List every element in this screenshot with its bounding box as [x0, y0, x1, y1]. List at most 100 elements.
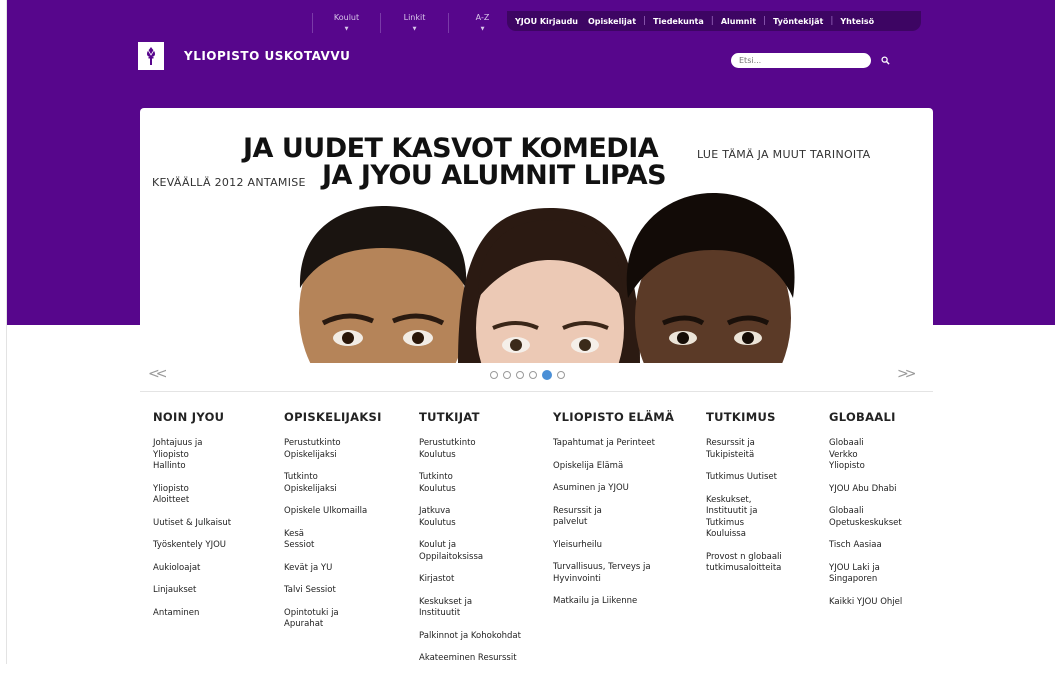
carousel-dot[interactable]: [516, 371, 524, 379]
footer-link[interactable]: Opiskele Ulkomailla: [284, 506, 382, 518]
dropdown-label: Linkit: [403, 13, 426, 22]
footer-link[interactable]: YJOU Laki ja Singaporen: [829, 563, 902, 586]
footer-link[interactable]: Tutkimus Uutiset: [706, 472, 782, 484]
chevron-down-icon: ▼: [344, 26, 349, 32]
torch-icon: [147, 47, 155, 65]
chevron-down-icon: ▼: [412, 26, 417, 32]
column-links: Johtajuus ja Yliopisto Hallinto Yliopisto…: [153, 438, 231, 630]
university-name[interactable]: YLIOPISTO USKOTAVVU: [184, 49, 350, 63]
footer-link[interactable]: Koulut ja Oppilaitoksissa: [419, 540, 521, 563]
window-left-edge: [0, 0, 7, 664]
footer-link[interactable]: Keskukset, Instituutit ja Tutkimus Koulu…: [706, 495, 782, 541]
footer-link[interactable]: Kaikki YJOU Ohjel: [829, 597, 902, 609]
hero-faces-image: [299, 193, 795, 363]
footer-link[interactable]: Globaali Opetuskeskukset: [829, 506, 902, 529]
footer-link[interactable]: Globaali Verkko Yliopisto: [829, 438, 902, 473]
nav-link-yhteiso[interactable]: Yhteisö: [840, 17, 874, 26]
column-links: Globaali Verkko Yliopisto YJOU Abu Dhabi G…: [829, 438, 902, 619]
footer-link[interactable]: Talvi Sessiot: [284, 585, 382, 597]
section-divider: [140, 391, 933, 392]
column-links: Tapahtumat ja Perinteet Opiskelija Elämä A…: [553, 438, 674, 619]
hero-slide[interactable]: JA UUDET KASVOT KOMEDIA LUE TÄMÄ JA MUUT…: [140, 108, 933, 363]
carousel-dot[interactable]: [557, 371, 565, 379]
footer-link[interactable]: Opiskelija Elämä: [553, 461, 674, 473]
footer-column-noin-jyou: NOIN JYOU Johtajuus ja Yliopisto Hallint…: [153, 410, 231, 630]
search-icon: [880, 56, 890, 65]
login-link[interactable]: YJOU Kirjaudu: [515, 17, 578, 26]
footer-link[interactable]: Palkinnot ja Kohokohdat: [419, 631, 521, 643]
footer-link[interactable]: Jatkuva Koulutus: [419, 506, 521, 529]
footer-link[interactable]: Provost n globaali tutkimusaloitteita: [706, 552, 782, 575]
footer-link[interactable]: Tisch Aasiaa: [829, 540, 902, 552]
nav-separator: |: [763, 16, 767, 26]
nav-link-alumnit[interactable]: Alumnit: [721, 17, 756, 26]
footer-link[interactable]: Keskukset ja Instituutit: [419, 597, 521, 620]
search-input[interactable]: [731, 53, 871, 68]
footer-link[interactable]: Perustutkinto Opiskelijaksi: [284, 438, 382, 461]
carousel-pagination: [490, 370, 565, 380]
nav-separator: |: [643, 16, 647, 26]
footer-link[interactable]: Matkailu ja Liikenne: [553, 596, 674, 608]
footer-link[interactable]: Tutkinto Koulutus: [419, 472, 521, 495]
footer-link[interactable]: Resurssit ja Tukipisteitä: [706, 438, 782, 461]
carousel-dot[interactable]: [503, 371, 511, 379]
footer-link[interactable]: Tutkinto Opiskelijaksi: [284, 472, 382, 495]
footer-link[interactable]: Turvallisuus, Terveys ja Hyvinvointi: [553, 562, 674, 585]
carousel-dot[interactable]: [529, 371, 537, 379]
nav-link-tyontekijat[interactable]: Työntekijät: [773, 17, 823, 26]
footer-link[interactable]: Akateeminen Resurssit: [419, 653, 521, 665]
chevron-down-icon: ▼: [480, 26, 485, 32]
footer-column-yliopisto-elama: YLIOPISTO ELÄMÄ Tapahtumat ja Perinteet O…: [553, 410, 674, 619]
footer-column-opiskelijaksi: OPISKELIJAKSI Perustutkinto Opiskelijaks…: [284, 410, 382, 642]
hero-subtext-1: LUE TÄMÄ JA MUUT TARINOITA: [697, 148, 871, 161]
dropdown-label: A-Z: [475, 13, 490, 22]
dropdown-label: Koulut: [333, 13, 360, 22]
column-title: TUTKIJAT: [419, 410, 480, 424]
audience-nav: YJOU Kirjaudu Opiskelijat | Tiedekunta |…: [507, 11, 921, 31]
nav-link-opiskelijat[interactable]: Opiskelijat: [588, 17, 636, 26]
carousel-dot[interactable]: [490, 371, 498, 379]
hero-subtext-2: KEVÄÄLLÄ 2012 ANTAMISE: [152, 176, 306, 189]
carousel-dot[interactable]: [542, 370, 552, 380]
carousel-next-button[interactable]: >>: [897, 366, 917, 382]
footer-link[interactable]: Yliopisto Aloitteet: [153, 484, 231, 507]
footer-link[interactable]: Aukioloajat: [153, 563, 231, 575]
column-links: Perustutkinto Koulutus Tutkinto Koulutus J…: [419, 438, 521, 676]
column-title: GLOBAALI: [829, 410, 896, 424]
dropdown-a-z[interactable]: A-Z ▼: [448, 13, 516, 33]
nav-link-tiedekunta[interactable]: Tiedekunta: [653, 17, 704, 26]
footer-link[interactable]: Tapahtumat ja Perinteet: [553, 438, 674, 450]
footer-column-tutkijat: TUTKIJAT Perustutkinto Koulutus Tutkinto …: [419, 410, 521, 676]
column-title: YLIOPISTO ELÄMÄ: [553, 410, 675, 424]
footer-link[interactable]: Perustutkinto Koulutus: [419, 438, 521, 461]
footer-link[interactable]: Työskentely YJOU: [153, 540, 231, 552]
nav-separator: |: [830, 16, 834, 26]
search-button[interactable]: [876, 53, 894, 68]
footer-link[interactable]: Yleisurheilu: [553, 540, 674, 552]
footer-link[interactable]: Uutiset & Julkaisut: [153, 518, 231, 530]
column-links: Perustutkinto Opiskelijaksi Tutkinto Opis…: [284, 438, 382, 642]
column-title: OPISKELIJAKSI: [284, 410, 382, 424]
footer-link[interactable]: Resurssit ja palvelut: [553, 506, 674, 529]
dropdown-linkit[interactable]: Linkit ▼: [380, 13, 448, 33]
footer-link[interactable]: Kirjastot: [419, 574, 521, 586]
column-title: NOIN JYOU: [153, 410, 225, 424]
dropdown-koulut[interactable]: Koulut ▼: [312, 13, 380, 33]
footer-column-tutkimus: TUTKIMUS Resurssit ja Tukipisteitä Tutkim…: [706, 410, 782, 586]
footer-link[interactable]: Asuminen ja YJOU: [553, 483, 674, 495]
footer-link[interactable]: Opintotuki ja Apurahat: [284, 608, 382, 631]
university-logo[interactable]: [138, 42, 164, 70]
column-links: Resurssit ja Tukipisteitä Tutkimus Uutise…: [706, 438, 782, 586]
footer-link[interactable]: Antaminen: [153, 608, 231, 620]
topnav-dropdowns: Koulut ▼ Linkit ▼ A-Z ▼: [312, 13, 516, 33]
footer-link[interactable]: Johtajuus ja Yliopisto Hallinto: [153, 438, 231, 473]
hero-headline-line2: JA JYOU ALUMNIT LIPAS: [322, 160, 667, 191]
footer-column-globaali: GLOBAALI Globaali Verkko Yliopisto YJOU A…: [829, 410, 902, 619]
footer-link[interactable]: Kesä Sessiot: [284, 529, 382, 552]
footer-link[interactable]: YJOU Abu Dhabi: [829, 484, 902, 496]
footer-link[interactable]: Linjaukset: [153, 585, 231, 597]
carousel-prev-button[interactable]: <<: [148, 366, 168, 382]
footer-link[interactable]: Kevät ja YU: [284, 563, 382, 575]
nav-separator: |: [710, 16, 714, 26]
column-title: TUTKIMUS: [706, 410, 776, 424]
